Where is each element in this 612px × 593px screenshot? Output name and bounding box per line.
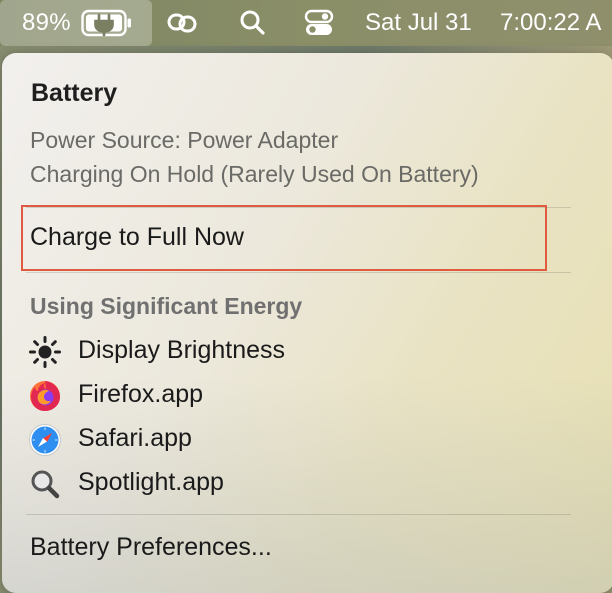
battery-percent: 89% [22, 9, 71, 36]
charging-status-text: Charging On Hold (Rarely Used On Battery… [30, 161, 479, 187]
energy-item-label: Firefox.app [78, 380, 204, 408]
firefox-icon [30, 381, 60, 411]
energy-item-label: Display Brightness [78, 336, 286, 364]
menubar-time[interactable]: 7:00:22 A [500, 9, 601, 37]
divider [26, 514, 571, 515]
energy-item-display-brightness[interactable]: Display Brightness [28, 332, 428, 372]
energy-item-spotlight[interactable]: Spotlight.app [28, 464, 428, 504]
search-icon[interactable] [237, 8, 269, 38]
sun-icon [29, 336, 61, 368]
menu-bar: 89% Sat Jul 31 7:00:22 A [0, 0, 612, 46]
spotlight-icon [31, 470, 60, 499]
energy-section-title: Using Significant Energy [30, 293, 303, 319]
divider [26, 272, 571, 273]
link-icon[interactable] [166, 8, 198, 38]
battery-charging-icon [81, 9, 131, 37]
battery-menu-title: Battery [31, 79, 118, 107]
menubar-date[interactable]: Sat Jul 31 [365, 9, 472, 37]
battery-preferences-item[interactable]: Battery Preferences... [30, 533, 272, 562]
energy-item-label: Safari.app [78, 424, 192, 452]
battery-menu: Battery Power Source: Power Adapter Char… [2, 53, 612, 593]
energy-item-safari[interactable]: Safari.app [28, 420, 428, 460]
battery-status-item[interactable]: 89% [0, 0, 152, 46]
power-source-text: Power Source: Power Adapter [30, 127, 339, 153]
charge-to-full-now-item[interactable]: Charge to Full Now [30, 223, 244, 252]
safari-icon [29, 424, 61, 456]
energy-item-label: Spotlight.app [78, 468, 224, 496]
control-center-icon[interactable] [303, 8, 335, 38]
energy-item-firefox[interactable]: Firefox.app [28, 376, 428, 416]
